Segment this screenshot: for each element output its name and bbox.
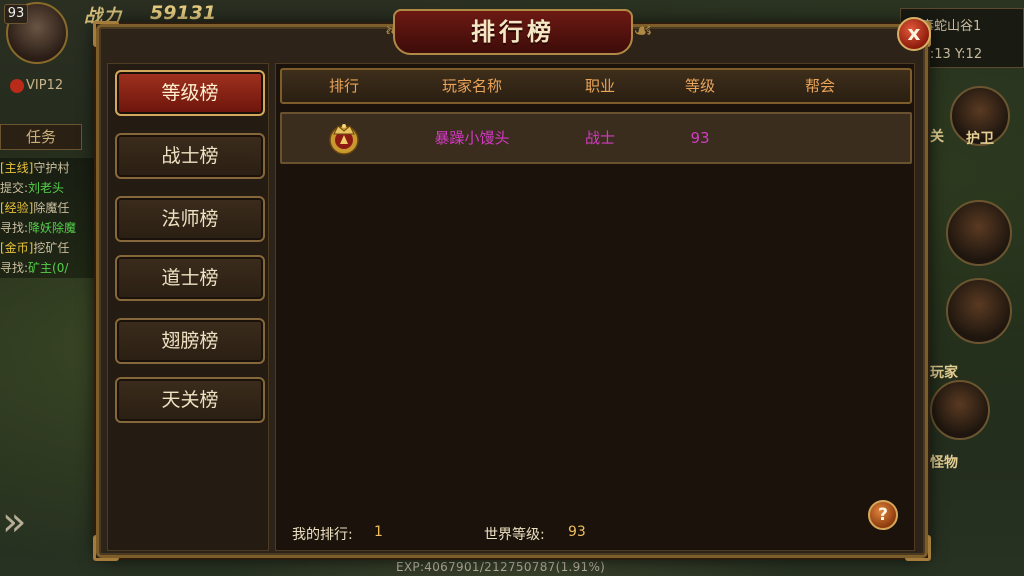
my-rank-label: 我的排行: [292, 527, 353, 543]
quest-item[interactable]: [主线]守护村 [0, 158, 100, 178]
attack-skill-button[interactable] [946, 278, 1012, 344]
world-level-value: 93 [568, 524, 586, 540]
quest-list[interactable]: [主线]守护村 提交:刘老头 [经验]除魔任 寻找:降妖除魔 [金币]挖矿任 寻… [0, 158, 100, 278]
player-class: 战士 [584, 129, 615, 147]
help-button[interactable]: ? [868, 500, 898, 530]
ranking-dialog: ❧ 排行榜 ☙ x 等级榜 战士榜 法师榜 道士榜 翅膀榜 天关榜 排行 玩家名… [93, 9, 931, 561]
quest-tag: [金币] [0, 241, 34, 255]
category-tower-ranking[interactable]: 天关榜 [115, 377, 265, 423]
quest-item[interactable]: [经验]除魔任 [0, 198, 100, 218]
chevron-right-icon[interactable]: » [2, 492, 36, 552]
world-level-label: 世界等级: [484, 527, 545, 543]
ornament-right-icon: ☙ [633, 19, 653, 44]
quest-tag: 寻找: [0, 221, 29, 235]
quest-item[interactable]: [金币]挖矿任 [0, 238, 100, 258]
help-icon: ? [878, 505, 888, 525]
vip-label: VIP12 [26, 78, 64, 93]
quest-tag: 提交: [0, 181, 29, 195]
my-rank-value: 1 [374, 524, 383, 540]
quest-text: 守护村 [33, 161, 70, 175]
quest-item[interactable]: 寻找:矿主(0/ [0, 258, 100, 278]
category-mage-ranking[interactable]: 法师榜 [115, 196, 265, 242]
ornament-left-icon: ❧ [323, 19, 403, 45]
quest-text: 挖矿任 [33, 241, 70, 255]
vip-icon [10, 78, 24, 93]
player-name: 暴躁小馒头 [434, 129, 510, 147]
player-target-label: 玩家 [930, 365, 958, 381]
player-guild [780, 114, 860, 162]
close-icon: x [907, 21, 921, 45]
power-value: 59131 [150, 2, 217, 24]
monster-target-label: 怪物 [930, 455, 958, 471]
player-level: 93 [690, 129, 710, 147]
quest-text: 降妖除魔 [28, 221, 77, 235]
vip-badge[interactable]: VIP12 [10, 78, 63, 93]
column-header-player-name: 玩家名称 [441, 77, 502, 95]
close-button[interactable]: x [897, 17, 931, 51]
category-warrior-ranking[interactable]: 战士榜 [115, 133, 265, 179]
map-coords: X:13 Y:12 [921, 47, 983, 62]
target-switch-button[interactable] [930, 380, 990, 440]
right-label-1: 关 [930, 129, 944, 145]
column-header-guild: 帮会 [804, 77, 835, 95]
player-level-badge: 93 [4, 4, 28, 24]
category-wings-ranking[interactable]: 翅膀榜 [115, 318, 265, 364]
column-header-level: 等级 [684, 77, 715, 95]
quest-text: 矿主(0/ [28, 261, 69, 275]
quest-tag: [主线] [0, 161, 34, 175]
quest-text: 刘老头 [28, 181, 65, 195]
ranking-footer: 我的排行: 1 世界等级: 93 [276, 524, 916, 552]
quest-tag: 寻找: [0, 261, 29, 275]
ranking-table: 排行 玩家名称 职业 等级 帮会 暴躁小馒头 战士 93 我的排行: 1 世界等… [275, 63, 915, 551]
table-header: 排行 玩家名称 职业 等级 帮会 [280, 68, 912, 104]
quest-text: 除魔任 [33, 201, 70, 215]
guard-label: 护卫 [966, 131, 994, 147]
category-taoist-ranking[interactable]: 道士榜 [115, 255, 265, 301]
column-header-rank: 排行 [328, 77, 359, 95]
exp-readout: EXP:4067901/212750787(1.91%) [396, 560, 606, 574]
column-header-class: 职业 [584, 77, 615, 95]
quest-item[interactable]: 提交:刘老头 [0, 178, 100, 198]
table-row[interactable]: 暴躁小馒头 战士 93 [280, 112, 912, 164]
skill-button[interactable] [946, 200, 1012, 266]
category-level-ranking[interactable]: 等级榜 [115, 70, 265, 116]
ranking-category-list: 等级榜 战士榜 法师榜 道士榜 翅膀榜 天关榜 [107, 63, 269, 551]
frame-corner [93, 21, 119, 47]
quest-item[interactable]: 寻找:降妖除魔 [0, 218, 100, 238]
quest-tag: [经验] [0, 201, 34, 215]
dialog-title: 排行榜 [393, 9, 633, 55]
map-name: 毒蛇山谷1 [921, 19, 982, 34]
tab-task[interactable]: 任务 [0, 124, 82, 150]
crown-icon [329, 124, 359, 155]
